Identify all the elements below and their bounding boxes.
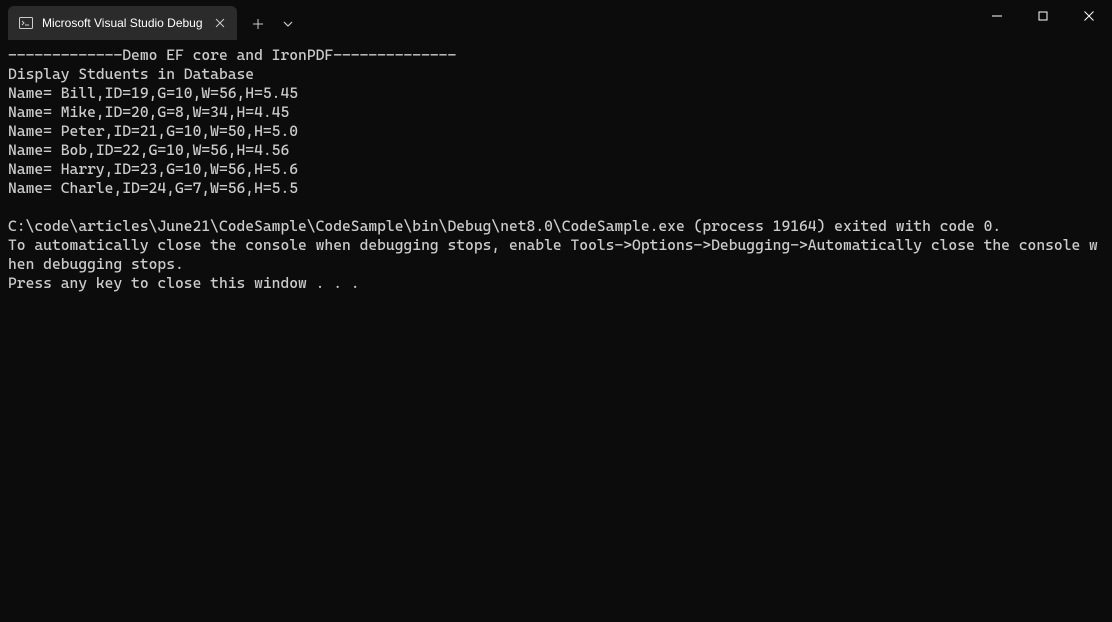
terminal-line: Name= Mike,ID=20,G=8,W=34,H=4.45 [8,103,1104,122]
new-tab-button[interactable] [243,9,273,39]
terminal-output[interactable]: -------------Demo EF core and IronPDF---… [0,40,1112,299]
tab-dropdown-button[interactable] [273,9,303,39]
terminal-line: Name= Charle,ID=24,G=7,W=56,H=5.5 [8,179,1104,198]
tab-close-button[interactable] [211,14,229,32]
terminal-icon [18,15,34,31]
terminal-line: Press any key to close this window . . . [8,274,1104,293]
terminal-line: Name= Peter,ID=21,G=10,W=50,H=5.0 [8,122,1104,141]
active-tab[interactable]: Microsoft Visual Studio Debug [8,6,237,40]
terminal-line: Name= Bob,ID=22,G=10,W=56,H=4.56 [8,141,1104,160]
terminal-line [8,198,1104,217]
maximize-button[interactable] [1020,0,1066,32]
tabs-area: Microsoft Visual Studio Debug [0,0,303,40]
terminal-line: Display Stduents in Database [8,65,1104,84]
titlebar: Microsoft Visual Studio Debug [0,0,1112,40]
terminal-line: Name= Bill,ID=19,G=10,W=56,H=5.45 [8,84,1104,103]
minimize-button[interactable] [974,0,1020,32]
tab-title: Microsoft Visual Studio Debug [42,16,203,30]
terminal-line: -------------Demo EF core and IronPDF---… [8,46,1104,65]
terminal-line: Name= Harry,ID=23,G=10,W=56,H=5.6 [8,160,1104,179]
terminal-line: C:\code\articles\June21\CodeSample\CodeS… [8,217,1104,236]
window-controls [974,0,1112,36]
terminal-line: To automatically close the console when … [8,236,1104,274]
close-window-button[interactable] [1066,0,1112,32]
